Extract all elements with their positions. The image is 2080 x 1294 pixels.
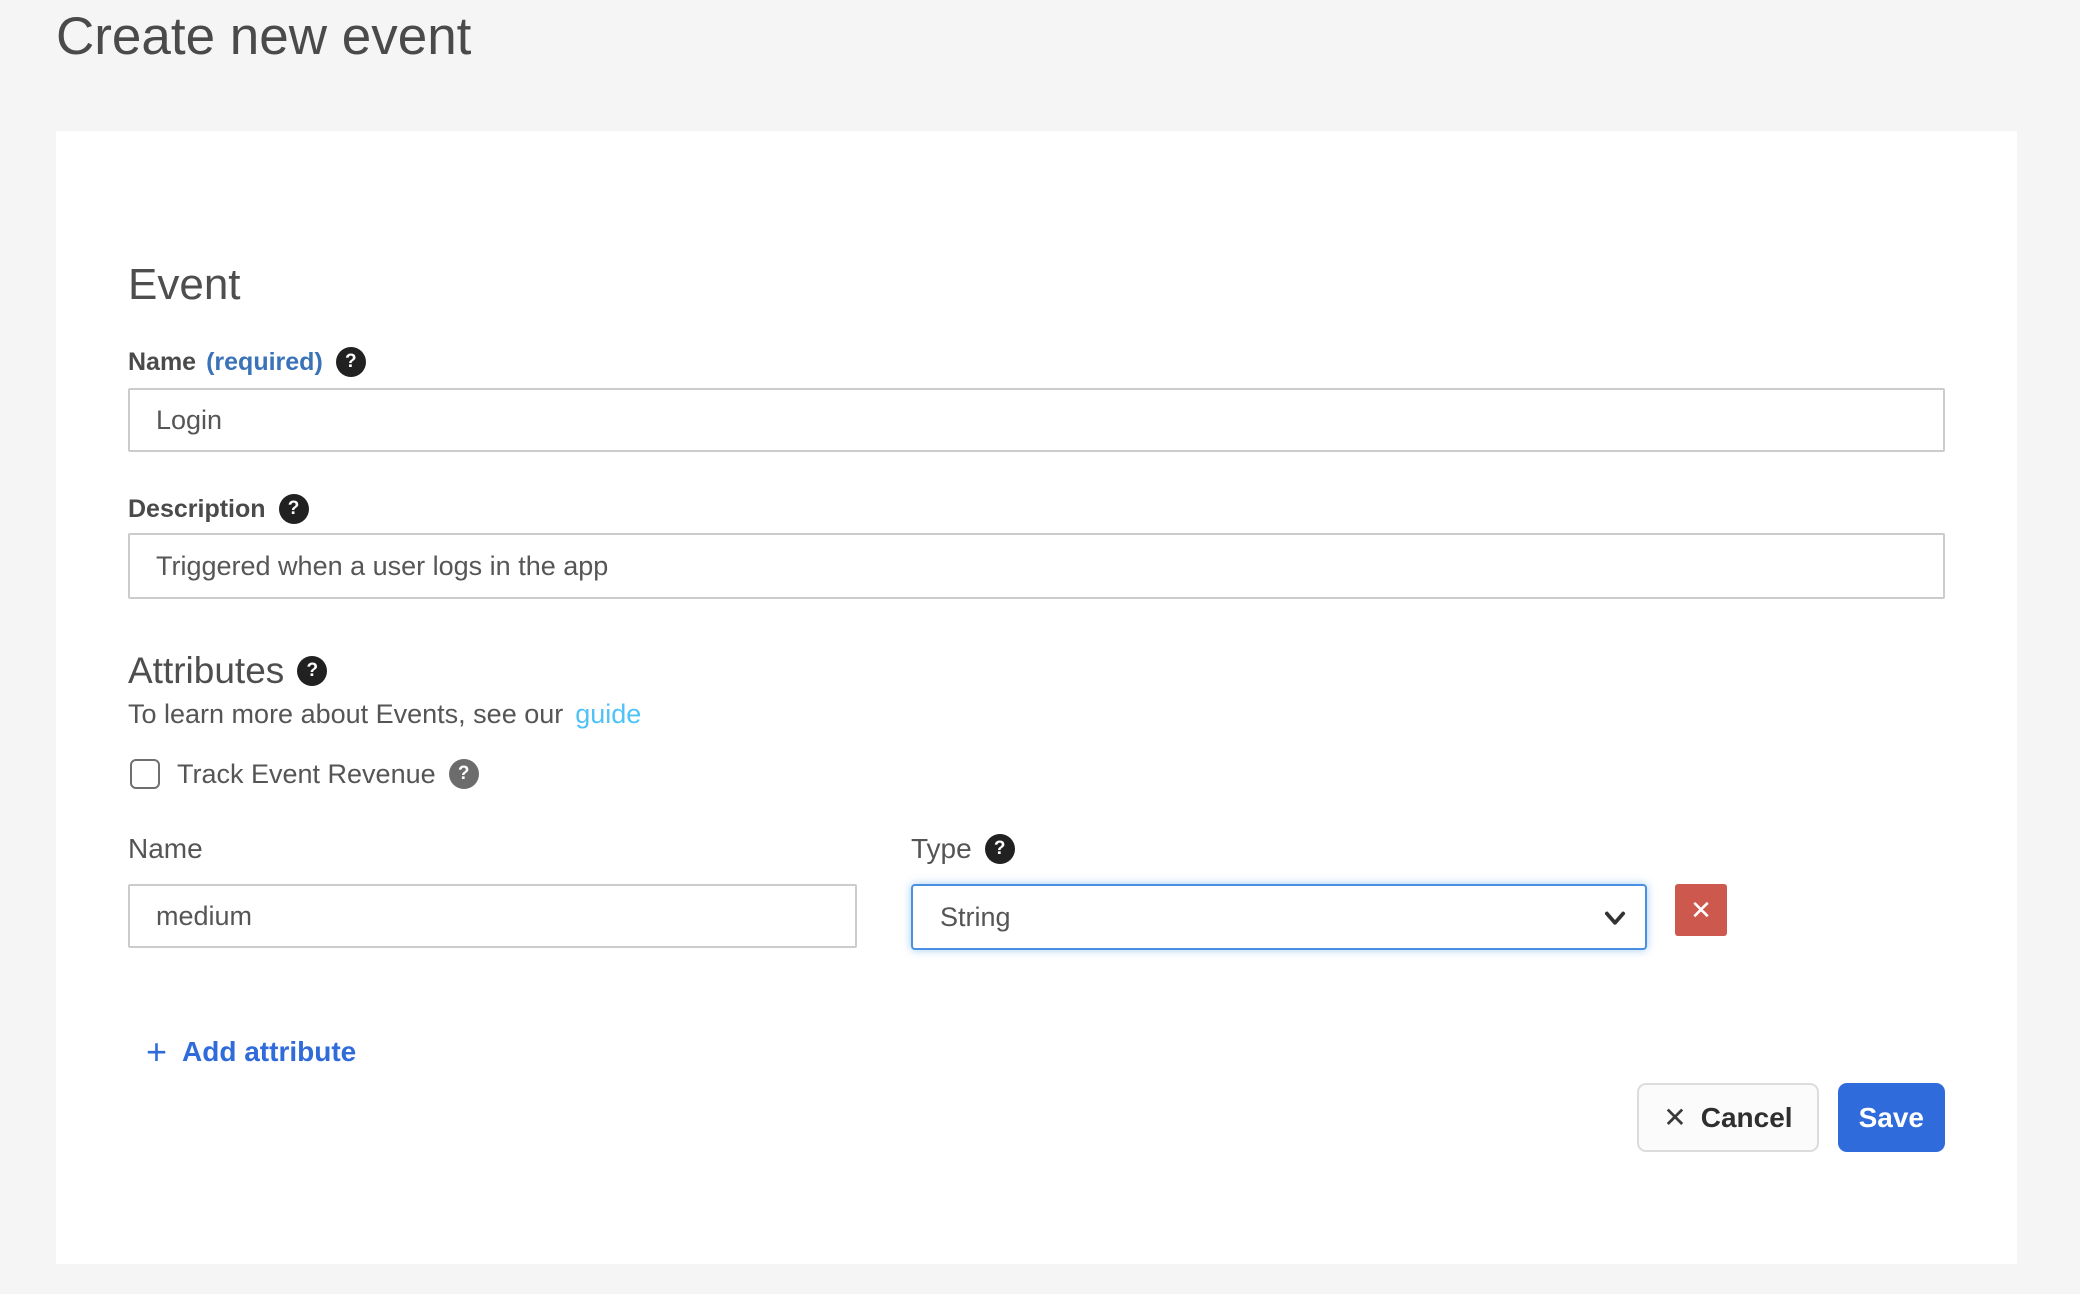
save-label: Save: [1859, 1102, 1924, 1134]
learn-more-prefix: To learn more about Events, see our: [128, 699, 563, 729]
type-help-icon[interactable]: ?: [985, 834, 1015, 864]
plus-icon: +: [146, 1035, 167, 1069]
attribute-type-column-label: Type: [911, 832, 972, 866]
track-revenue-help-icon[interactable]: ?: [449, 759, 479, 789]
add-attribute-label: Add attribute: [182, 1036, 356, 1068]
chevron-down-icon: [1601, 903, 1629, 931]
attribute-name-input[interactable]: [128, 884, 857, 948]
guide-link[interactable]: guide: [575, 699, 641, 729]
delete-attribute-button[interactable]: ✕: [1675, 884, 1727, 936]
required-note: (required): [206, 345, 323, 379]
attributes-heading-row: Attributes ?: [128, 648, 1945, 694]
name-label-row: Name (required) ?: [128, 345, 1945, 379]
description-label-row: Description ?: [128, 492, 1945, 526]
close-icon: ✕: [1663, 1101, 1686, 1134]
page-title: Create new event: [56, 6, 471, 68]
attribute-name-column-label: Name: [128, 832, 857, 866]
attribute-type-column-row: Type ?: [911, 832, 1015, 866]
track-revenue-checkbox[interactable]: [130, 759, 160, 789]
cancel-button[interactable]: ✕ Cancel: [1637, 1083, 1818, 1152]
name-label: Name: [128, 345, 196, 379]
name-help-icon[interactable]: ?: [336, 347, 366, 377]
track-revenue-label: Track Event Revenue: [177, 759, 436, 790]
learn-more-text: To learn more about Events, see our guide: [128, 697, 1945, 731]
add-attribute-button[interactable]: + Add attribute: [146, 1035, 356, 1069]
event-name-input[interactable]: [128, 388, 1945, 452]
save-button[interactable]: Save: [1838, 1083, 1945, 1152]
attribute-row: String ✕: [128, 884, 1945, 950]
attributes-heading: Attributes: [128, 648, 284, 694]
create-event-card: Event Name (required) ? Description ? At…: [56, 131, 2017, 1264]
form-footer: ✕ Cancel Save: [128, 1083, 1945, 1152]
cancel-label: Cancel: [1701, 1102, 1793, 1134]
attribute-type-select[interactable]: String: [911, 884, 1647, 950]
delete-icon: ✕: [1690, 884, 1712, 936]
description-help-icon[interactable]: ?: [279, 494, 309, 524]
attribute-type-value: String: [940, 902, 1011, 933]
description-label: Description: [128, 492, 266, 526]
event-section-heading: Event: [128, 131, 1945, 310]
attribute-columns-header: Name Type ?: [128, 832, 1945, 866]
attributes-help-icon[interactable]: ?: [297, 656, 327, 686]
event-description-input[interactable]: [128, 533, 1945, 599]
track-revenue-row: Track Event Revenue ?: [128, 756, 1945, 792]
